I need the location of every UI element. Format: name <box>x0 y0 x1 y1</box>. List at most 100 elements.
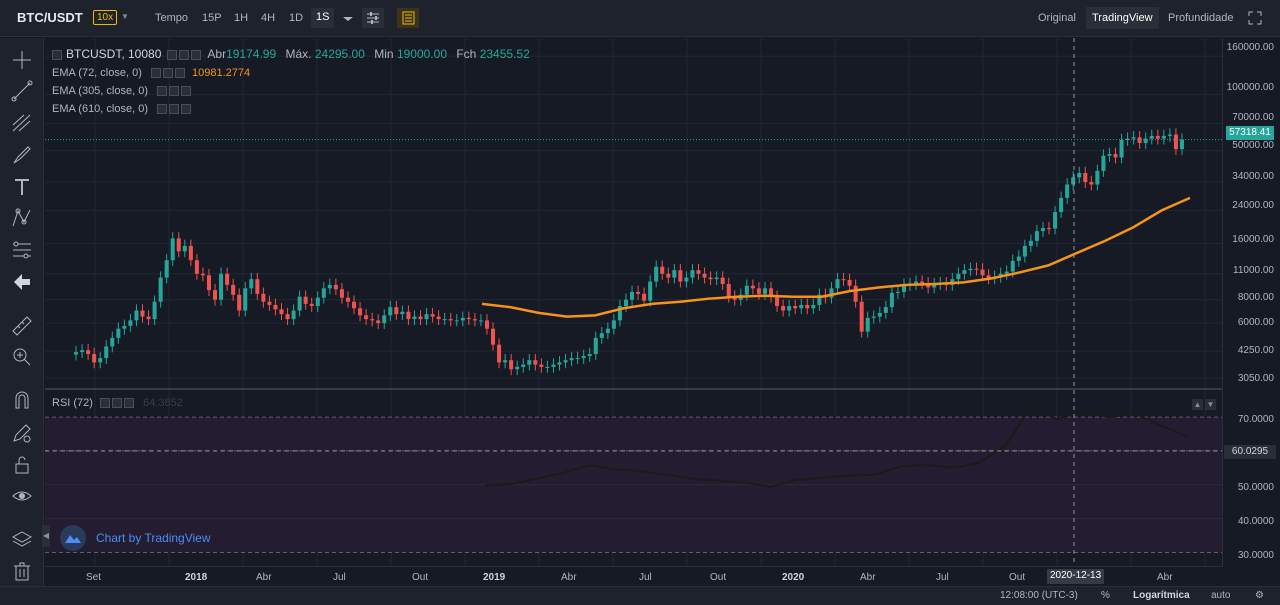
layers-icon[interactable] <box>10 528 34 552</box>
price-legend: BTCUSDT, 10080 Abr19174.99 Máx. 24295.00… <box>52 47 530 61</box>
rsi-settings-icon[interactable] <box>100 398 111 409</box>
timeframe-1h[interactable]: 1H <box>234 12 248 24</box>
candle-body <box>400 311 405 315</box>
chart-list-icon[interactable] <box>397 8 419 28</box>
candle-body <box>527 360 532 365</box>
candle-body <box>358 308 363 316</box>
symbol-title[interactable]: BTC/USDT <box>17 10 83 25</box>
fib-retracement-icon[interactable] <box>10 238 34 262</box>
view-original-tab[interactable]: Original <box>1038 12 1076 24</box>
timeframe-4h[interactable]: 4H <box>261 12 275 24</box>
fullscreen-icon[interactable] <box>1244 8 1266 28</box>
text-icon[interactable] <box>10 175 34 199</box>
candle-body <box>1077 173 1082 178</box>
brush-icon[interactable] <box>10 143 34 167</box>
close-label: Fch <box>456 47 477 61</box>
timeframe-1s[interactable]: 1S <box>311 8 335 28</box>
candle-body <box>744 285 749 295</box>
collapse-legend-icon[interactable] <box>52 49 62 60</box>
clock-display[interactable]: 12:08:00 (UTC-3) <box>1000 590 1078 601</box>
ruler-icon[interactable] <box>10 314 34 338</box>
trash-icon[interactable] <box>10 559 34 583</box>
indicators-settings-icon[interactable] <box>362 8 384 28</box>
candle-body <box>225 273 230 285</box>
percent-toggle[interactable]: % <box>1101 590 1110 601</box>
leverage-badge[interactable]: 10x <box>93 10 118 25</box>
price-axis[interactable]: 160000.00 100000.00 70000.00 50000.00 34… <box>1222 38 1280 566</box>
view-tradingview-tab[interactable]: TradingView <box>1086 7 1159 29</box>
top-toolbar: BTC/USDT 10x ▼ Tempo 15P 1H 4H 1D 1S Ori… <box>0 0 1280 37</box>
ema72-settings-icon[interactable] <box>150 68 161 79</box>
candle-body <box>666 273 671 278</box>
ema610-settings-icon[interactable] <box>157 104 168 115</box>
candle-body <box>1143 138 1148 143</box>
drawing-toolbar <box>0 38 44 605</box>
legend-settings-icon[interactable] <box>166 49 177 60</box>
auto-scale-toggle[interactable]: auto <box>1211 590 1230 601</box>
tradingview-logo-icon <box>60 525 86 551</box>
ema305-eye-icon[interactable] <box>169 86 180 97</box>
crosshair-icon[interactable] <box>10 48 34 72</box>
candle-body <box>1004 271 1009 274</box>
collapse-toolbar-icon[interactable]: ◀ <box>42 525 50 547</box>
rsi-close-icon[interactable] <box>124 398 135 409</box>
candle-body <box>793 306 798 309</box>
candle-body <box>1059 197 1064 213</box>
low-value: 19000.00 <box>396 47 447 61</box>
trendline-icon[interactable] <box>10 79 34 103</box>
leverage-chevron-down-icon[interactable]: ▼ <box>121 12 129 21</box>
timeframe-1d[interactable]: 1D <box>289 12 303 24</box>
rsi-move-up-icon[interactable]: ▲ <box>1192 399 1203 410</box>
candle-body <box>648 281 653 301</box>
candle-body <box>478 320 483 322</box>
ema305-settings-icon[interactable] <box>157 86 168 97</box>
ema72-close-icon[interactable] <box>174 68 185 79</box>
candle-body <box>279 309 284 315</box>
ema610-eye-icon[interactable] <box>169 104 180 115</box>
candle-body <box>345 297 350 302</box>
candle-body <box>86 350 91 355</box>
lock-icon[interactable] <box>10 453 34 477</box>
candle-body <box>116 328 121 338</box>
magnet-icon[interactable] <box>10 388 34 412</box>
arrow-left-icon[interactable] <box>10 270 34 294</box>
legend-eye-icon[interactable] <box>178 49 189 60</box>
ema72-eye-icon[interactable] <box>162 68 173 79</box>
candle-body <box>968 268 973 271</box>
ema305-legend: EMA (305, close, 0) <box>52 85 192 97</box>
candle-body <box>273 304 278 310</box>
rsi-label: RSI (72) <box>52 397 93 409</box>
price-tick: 70000.00 <box>1232 112 1274 123</box>
candle-body <box>1173 134 1178 150</box>
log-scale-toggle[interactable]: Logarítmica <box>1133 590 1190 601</box>
rsi-eye-icon[interactable] <box>112 398 123 409</box>
candle-body <box>521 364 526 367</box>
eye-icon[interactable] <box>10 484 34 508</box>
zoom-in-icon[interactable] <box>10 345 34 369</box>
candle-body <box>370 319 375 321</box>
ema305-close-icon[interactable] <box>181 86 192 97</box>
ema610-close-icon[interactable] <box>181 104 192 115</box>
stay-in-drawing-mode-icon[interactable] <box>10 421 34 445</box>
settings-gear-icon[interactable]: ⚙ <box>1255 590 1264 601</box>
pitchfork-icon[interactable] <box>10 111 34 135</box>
candle-body <box>623 299 628 307</box>
chart-canvas[interactable] <box>45 38 1222 566</box>
time-axis[interactable]: Set 2018 Abr Jul Out 2019 Abr Jul Out 20… <box>45 566 1222 586</box>
time-tick: Out <box>710 572 727 583</box>
more-timeframes-chevron-down-icon[interactable] <box>337 8 359 28</box>
view-profundidade-tab[interactable]: Profundidade <box>1168 12 1233 24</box>
candle-body <box>267 301 272 305</box>
tradingview-watermark[interactable]: Chart by TradingView <box>60 525 211 551</box>
candle-body <box>261 293 266 302</box>
rsi-move-down-icon[interactable]: ▼ <box>1205 399 1216 410</box>
rsi-tick: 40.0000 <box>1237 516 1274 527</box>
timeframe-15p[interactable]: 15P <box>202 12 222 24</box>
timeframe-tempo[interactable]: Tempo <box>155 12 188 24</box>
legend-close-icon[interactable] <box>190 49 201 60</box>
pattern-icon[interactable] <box>10 206 34 230</box>
candle-body <box>1022 245 1027 257</box>
candle-body <box>877 312 882 317</box>
ema72-legend: EMA (72, close, 0) 10981.2774 <box>52 67 250 79</box>
candle-body <box>708 277 713 280</box>
